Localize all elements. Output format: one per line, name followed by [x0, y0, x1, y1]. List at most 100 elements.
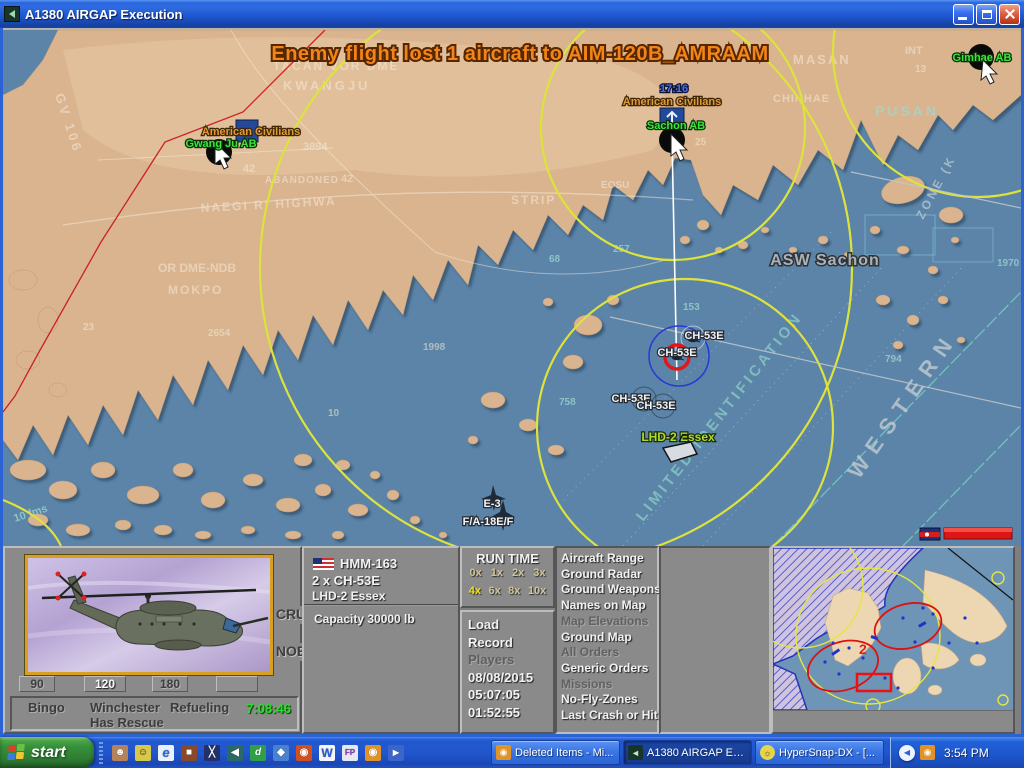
winchester-indicator[interactable]: Winchester: [90, 700, 160, 715]
user-icon[interactable]: ☻: [112, 745, 128, 761]
menu-item-map-elevations[interactable]: Map Elevations: [561, 614, 657, 630]
speed-180-button[interactable]: 180: [152, 676, 188, 692]
fuel-status-bar: Bingo Winchester Refueling Has Rescue 7:…: [10, 696, 299, 731]
menu-item-ground-map[interactable]: Ground Map: [561, 630, 657, 646]
speed-10x[interactable]: 10x: [528, 585, 546, 597]
pattern-icon[interactable]: ╳: [204, 745, 220, 761]
svg-text:LHD-2 Essex: LHD-2 Essex: [641, 430, 715, 444]
restore-icon: [982, 10, 992, 19]
svg-text:PUSAN: PUSAN: [875, 103, 939, 119]
tray-chevron-icon[interactable]: ◀: [899, 745, 915, 761]
svg-text:23: 23: [83, 322, 95, 333]
aircraft-panel: CRU NOE 90 120 180 Bingo Winchester Refu…: [3, 546, 302, 734]
menu-item-generic-orders[interactable]: Generic Orders: [561, 661, 657, 677]
smiley-icon[interactable]: ☺: [135, 745, 151, 761]
taskbar-button-deleted-items[interactable]: ◉ Deleted Items - Mi...: [491, 740, 620, 765]
title-bar[interactable]: A1380 AIRGAP Execution: [0, 0, 1024, 28]
menu-item-aircraft-range[interactable]: Aircraft Range: [561, 551, 657, 567]
word-icon[interactable]: W: [319, 745, 335, 761]
menu-item-all-orders[interactable]: All Orders: [561, 645, 657, 661]
svg-text:American Civilians: American Civilians: [202, 126, 300, 138]
svg-text:153: 153: [683, 302, 700, 313]
start-label: start: [31, 744, 66, 762]
speed-3x[interactable]: 3x: [533, 567, 545, 579]
svg-text:794: 794: [885, 354, 902, 365]
home-base: LHD-2 Essex: [312, 589, 385, 603]
menu-item-ground-radar[interactable]: Ground Radar: [561, 567, 657, 583]
start-button[interactable]: start: [0, 737, 94, 768]
svg-text:3894: 3894: [303, 141, 328, 153]
tray-clock-icon[interactable]: ◉: [920, 745, 935, 760]
svg-text:Sachon AB: Sachon AB: [647, 120, 705, 132]
taskbar-button-hypersnap[interactable]: ☼ HyperSnap-DX - [...: [755, 740, 884, 765]
tactical-map[interactable]: TACAN VOR DME KWANGJU 3894 42 42 ABANDON…: [3, 28, 1021, 546]
load-button[interactable]: Load: [468, 616, 553, 634]
sim-clock: 05:07:05: [468, 686, 553, 704]
svg-text:EOSU: EOSU: [601, 180, 629, 191]
frontpage-icon[interactable]: FP: [342, 745, 358, 761]
window-title: A1380 AIRGAP Execution: [25, 7, 951, 22]
theater-minimap[interactable]: 2: [771, 546, 1015, 734]
speed-1x[interactable]: 1x: [491, 567, 503, 579]
sim-date: 08/08/2015: [468, 669, 553, 687]
svg-text:F/A-18E/F: F/A-18E/F: [463, 516, 514, 528]
svg-text:Gwang Ju AB: Gwang Ju AB: [185, 138, 256, 150]
record-button[interactable]: Record: [468, 634, 553, 652]
app-icon[interactable]: [4, 6, 20, 22]
close-button[interactable]: [999, 4, 1020, 25]
speed-control-box: RUN TIME 0x 1x 2x 3x 4x 6x 8x 10x: [460, 546, 555, 608]
menu-item-names-on-map[interactable]: Names on Map: [561, 598, 657, 614]
speed-2x[interactable]: 2x: [512, 567, 524, 579]
outlook-clock-icon: ◉: [496, 745, 511, 760]
internet-explorer-icon[interactable]: e: [158, 745, 174, 761]
hypersnap-icon: ☼: [760, 745, 775, 760]
svg-text:42: 42: [243, 163, 255, 175]
svg-text:CH-53E: CH-53E: [684, 330, 723, 342]
taskbar-button-airgap[interactable]: ◄ A1380 AIRGAP Ex...: [623, 740, 752, 765]
bingo-indicator[interactable]: Bingo: [28, 700, 65, 715]
box-icon[interactable]: ■: [181, 745, 197, 761]
speed-90-button[interactable]: 90: [19, 676, 55, 692]
windows-logo-icon: [7, 744, 26, 761]
green-d-icon[interactable]: d: [250, 745, 266, 761]
gem-icon[interactable]: ◆: [273, 745, 289, 761]
minimize-button[interactable]: [953, 4, 974, 25]
svg-text:25: 25: [695, 137, 707, 148]
speed-blank-button[interactable]: [216, 676, 258, 692]
svg-text:ABANDONED: ABANDONED: [265, 175, 339, 186]
taskbar: start ☻ ☺ e ■ ╳ ◀ d ◆ ◉ W FP ◉ ▶ ◉ Delet…: [0, 737, 1024, 768]
back-arrow-icon[interactable]: ◀: [227, 745, 243, 761]
menu-item-last-crash[interactable]: Last Crash or Hit: [561, 708, 657, 724]
speed-120-button[interactable]: 120: [84, 676, 126, 692]
system-tray: ◀ ◉ 3:54 PM: [890, 737, 1024, 768]
red-clock-icon[interactable]: ◉: [296, 745, 312, 761]
speed-0x[interactable]: 0x: [470, 567, 482, 579]
close-icon: [1004, 8, 1016, 20]
svg-text:13: 13: [915, 64, 927, 75]
svg-text:CH-53E: CH-53E: [657, 347, 696, 359]
minimize-icon: [958, 17, 967, 20]
taskbar-clock[interactable]: 3:54 PM: [944, 746, 989, 760]
refueling-indicator[interactable]: Refueling: [170, 700, 229, 715]
menu-item-missions[interactable]: Missions: [561, 677, 657, 693]
quicklaunch-grip[interactable]: [99, 742, 103, 764]
mission-time: 7:08:46: [246, 701, 291, 716]
speed-4x[interactable]: 4x: [469, 585, 481, 597]
orange-clock-icon[interactable]: ◉: [365, 745, 381, 761]
svg-text:758: 758: [559, 397, 576, 408]
svg-text:17:16: 17:16: [660, 83, 688, 95]
svg-text:INT: INT: [905, 45, 923, 57]
speed-6x[interactable]: 6x: [488, 585, 500, 597]
svg-text:1970: 1970: [997, 258, 1020, 269]
menu-item-no-fly-zones[interactable]: No-Fly-Zones: [561, 692, 657, 708]
aircraft-image: [25, 555, 273, 675]
unit-info-panel: HMM-163 2 x CH-53E LHD-2 Essex Capacity …: [302, 546, 460, 734]
svg-text:Gimhae AB: Gimhae AB: [953, 52, 1012, 64]
control-panel: CRU NOE 90 120 180 Bingo Winchester Refu…: [3, 546, 1021, 734]
speed-8x[interactable]: 8x: [508, 585, 520, 597]
restore-button[interactable]: [976, 4, 997, 25]
elapsed-time: 01:52:55: [468, 704, 553, 722]
task-buttons: ◉ Deleted Items - Mi... ◄ A1380 AIRGAP E…: [491, 740, 884, 765]
media-player-icon[interactable]: ▶: [388, 745, 404, 761]
menu-item-ground-weapons[interactable]: Ground Weapons: [561, 582, 657, 598]
